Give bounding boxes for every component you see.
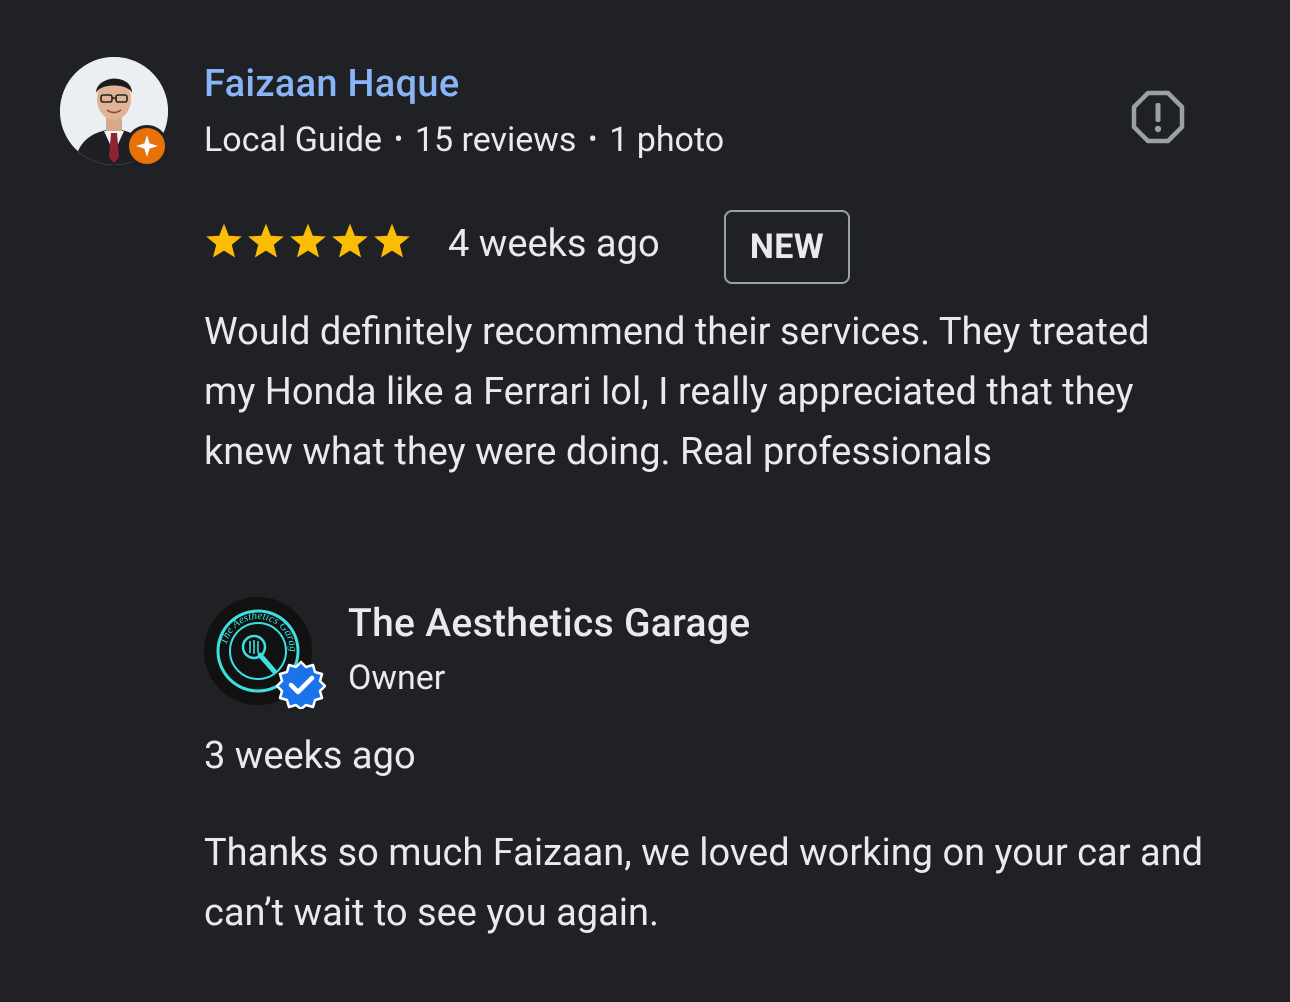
report-review-button[interactable] — [1126, 85, 1190, 149]
reviewer-name-link[interactable]: Faizaan Haque — [204, 62, 459, 106]
verified-badge-icon — [275, 659, 327, 711]
owner-name[interactable]: The Aesthetics Garage — [348, 600, 750, 646]
reply-time: 3 weeks ago — [204, 734, 416, 778]
reviewer-meta: Local Guide • 15 reviews • 1 photo — [204, 120, 724, 160]
star-icon — [330, 222, 370, 260]
report-flag-icon — [1131, 90, 1185, 144]
star-rating — [204, 222, 412, 260]
new-badge: NEW — [724, 210, 850, 284]
review-time: 4 weeks ago — [448, 222, 660, 266]
star-icon — [204, 222, 244, 260]
reply-text: Thanks so much Faizaan, we loved working… — [204, 831, 1204, 935]
review-text: Would definitely recommend their service… — [204, 310, 1150, 474]
star-icon — [372, 222, 412, 260]
star-icon — [246, 222, 286, 260]
meta-separator: • — [394, 125, 403, 155]
reviewer-level: Local Guide — [204, 120, 383, 160]
reviewer-photo-count: 1 photo — [609, 120, 725, 160]
reviewer-review-count: 15 reviews — [414, 120, 577, 160]
star-icon — [288, 222, 328, 260]
owner-role: Owner — [348, 658, 446, 698]
meta-separator: • — [588, 125, 598, 155]
local-guide-badge-icon — [126, 125, 168, 167]
